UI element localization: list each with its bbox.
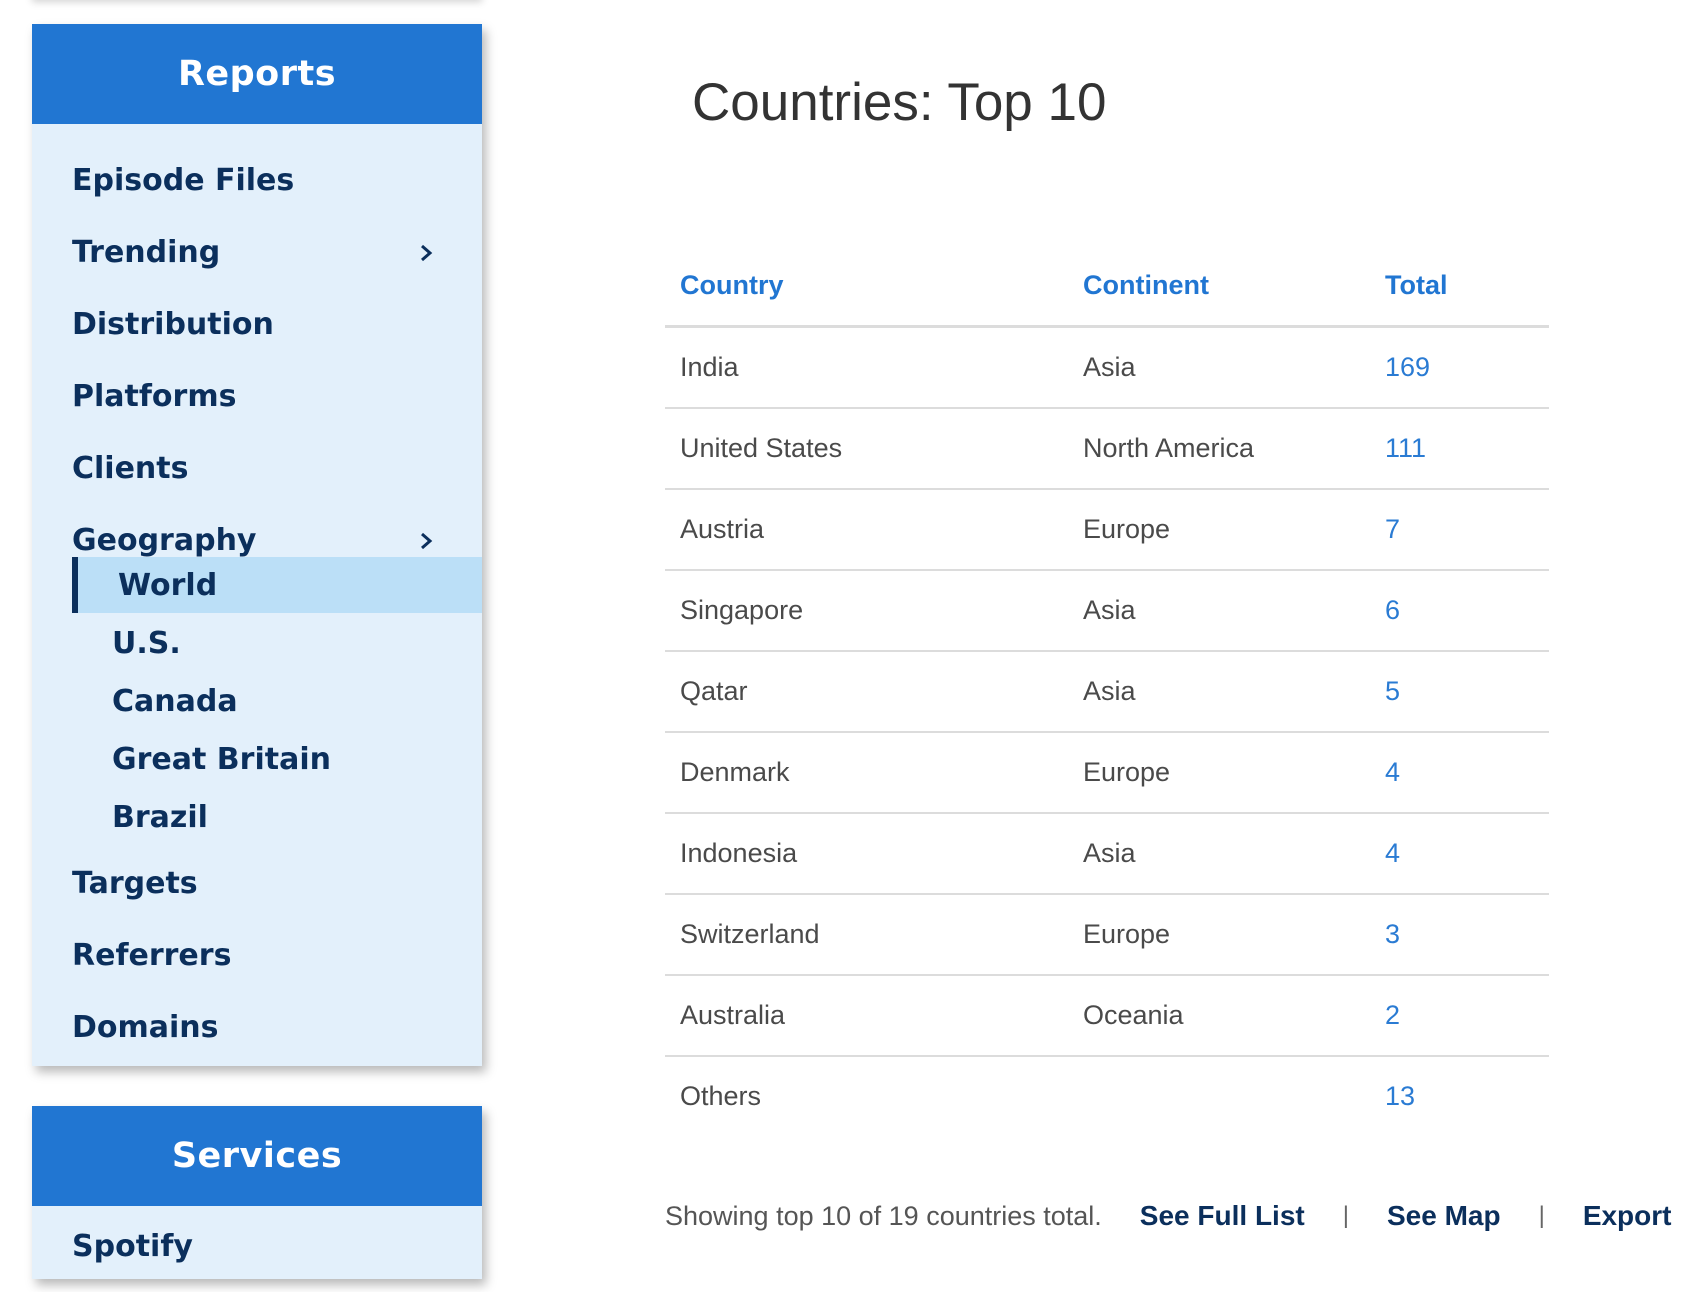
- sidebar-item-domains[interactable]: Domains: [72, 1001, 482, 1053]
- sidebar-subitem-great-britain[interactable]: Great Britain: [72, 731, 482, 787]
- separator: |: [1342, 1202, 1349, 1229]
- table-row: Denmark Europe 4: [665, 732, 1549, 814]
- cell-country: Australia: [665, 975, 1068, 1057]
- cell-continent: North America: [1068, 408, 1370, 490]
- cell-country: Singapore: [665, 570, 1068, 652]
- cell-country: Switzerland: [665, 894, 1068, 976]
- cell-country: United States: [665, 408, 1068, 490]
- page-title: Countries: Top 10: [692, 73, 1107, 132]
- sidebar-item-label: Targets: [72, 865, 198, 901]
- cell-total[interactable]: 169: [1370, 326, 1549, 409]
- sidebar-subitem-us[interactable]: U.S.: [72, 615, 482, 671]
- cell-country: Qatar: [665, 651, 1068, 733]
- see-full-list-link[interactable]: See Full List: [1140, 1200, 1305, 1232]
- sidebar-subitem-label: Brazil: [112, 799, 208, 835]
- sidebar-subitem-world[interactable]: World: [72, 557, 482, 613]
- table-row: Switzerland Europe 3: [665, 894, 1549, 976]
- cell-continent: [1068, 1056, 1370, 1136]
- column-header-country[interactable]: Country: [665, 245, 1068, 328]
- cell-continent: Asia: [1068, 326, 1370, 409]
- sidebar-item-label: Clients: [72, 450, 189, 486]
- sidebar-item-label: Domains: [72, 1009, 219, 1045]
- cell-country: Denmark: [665, 732, 1068, 814]
- table-row: Indonesia Asia 4: [665, 813, 1549, 895]
- sidebar-item-distribution[interactable]: Distribution: [72, 298, 482, 350]
- countries-table: Country Continent Total India Asia 169 Unit…: [665, 245, 1549, 1136]
- services-panel: Services Spotify: [32, 1106, 482, 1279]
- column-header-total[interactable]: Total: [1370, 245, 1549, 328]
- cell-country: Austria: [665, 489, 1068, 571]
- table-footer: Showing top 10 of 19 countries total. Se…: [665, 1196, 1672, 1236]
- separator: |: [1538, 1202, 1545, 1229]
- cell-continent: Europe: [1068, 732, 1370, 814]
- sidebar-item-trending[interactable]: Trending: [72, 226, 482, 278]
- table-row: Singapore Asia 6: [665, 570, 1549, 652]
- table-header-row: Country Continent Total: [665, 245, 1549, 328]
- sidebar-subitem-label: World: [118, 567, 218, 603]
- chevron-right-icon: [421, 532, 433, 550]
- cell-total[interactable]: 6: [1370, 570, 1549, 652]
- sidebar-item-label: Episode Files: [72, 162, 295, 198]
- cell-country: India: [665, 326, 1068, 409]
- cell-total[interactable]: 2: [1370, 975, 1549, 1057]
- sidebar-item-label: Trending: [72, 234, 221, 270]
- export-link[interactable]: Export: [1583, 1200, 1672, 1232]
- chevron-right-icon: [421, 244, 433, 262]
- summary-text: Showing top 10 of 19 countries total.: [665, 1200, 1102, 1231]
- table-row: India Asia 169: [665, 326, 1549, 409]
- sidebar-item-targets[interactable]: Targets: [72, 857, 482, 909]
- sidebar-item-label: Distribution: [72, 306, 274, 342]
- column-header-continent[interactable]: Continent: [1068, 245, 1370, 328]
- sidebar-subitem-label: Great Britain: [112, 741, 331, 777]
- cell-total[interactable]: 3: [1370, 894, 1549, 976]
- see-map-link[interactable]: See Map: [1387, 1200, 1501, 1232]
- cell-total[interactable]: 5: [1370, 651, 1549, 733]
- cell-continent: Europe: [1068, 894, 1370, 976]
- sidebar-item-label: Spotify: [72, 1228, 193, 1264]
- reports-panel: Reports Episode Files Trending Distribut…: [32, 24, 482, 1066]
- table-row: Austria Europe 7: [665, 489, 1549, 571]
- sidebar-subitem-brazil[interactable]: Brazil: [72, 789, 482, 845]
- cell-continent: Asia: [1068, 570, 1370, 652]
- cell-total[interactable]: 4: [1370, 732, 1549, 814]
- table-row: Qatar Asia 5: [665, 651, 1549, 733]
- sidebar-subitem-label: Canada: [112, 683, 238, 719]
- sidebar-subitem-label: U.S.: [112, 625, 181, 661]
- cell-total[interactable]: 7: [1370, 489, 1549, 571]
- table-row: Others 13: [665, 1056, 1549, 1136]
- services-header: Services: [32, 1106, 482, 1206]
- sidebar-item-episode-files[interactable]: Episode Files: [72, 154, 482, 206]
- sidebar-item-label: Platforms: [72, 378, 237, 414]
- sidebar-item-label: Geography: [72, 522, 257, 558]
- cell-continent: Asia: [1068, 651, 1370, 733]
- sidebar-item-label: Referrers: [72, 937, 232, 973]
- cell-country: Indonesia: [665, 813, 1068, 895]
- sidebar-item-clients[interactable]: Clients: [72, 442, 482, 494]
- sidebar-subitem-canada[interactable]: Canada: [72, 673, 482, 729]
- cell-continent: Oceania: [1068, 975, 1370, 1057]
- table-row: United States North America 111: [665, 408, 1549, 490]
- cell-continent: Europe: [1068, 489, 1370, 571]
- cell-total[interactable]: 4: [1370, 813, 1549, 895]
- cell-total[interactable]: 111: [1370, 408, 1549, 490]
- cell-total[interactable]: 13: [1370, 1056, 1549, 1136]
- sidebar-item-referrers[interactable]: Referrers: [72, 929, 482, 981]
- sidebar-item-platforms[interactable]: Platforms: [72, 370, 482, 422]
- reports-header: Reports: [32, 24, 482, 124]
- cell-continent: Asia: [1068, 813, 1370, 895]
- table-row: Australia Oceania 2: [665, 975, 1549, 1057]
- sidebar-item-spotify[interactable]: Spotify: [72, 1220, 482, 1272]
- cell-country: Others: [680, 1081, 762, 1111]
